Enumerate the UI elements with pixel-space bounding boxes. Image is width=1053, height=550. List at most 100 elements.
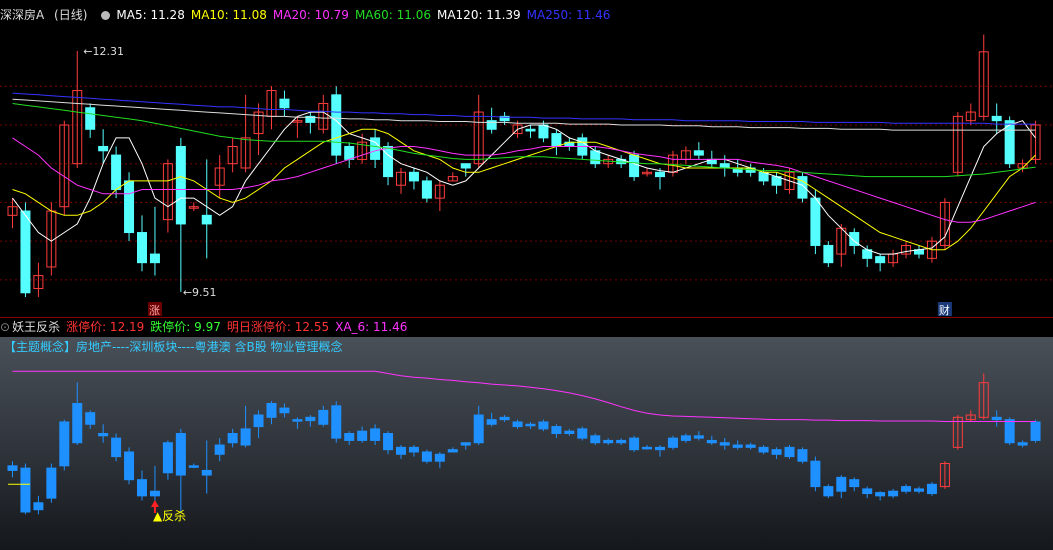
indicator-bar [85, 410, 96, 429]
candle-body-down [111, 154, 122, 191]
ma-line-ma20 [12, 137, 1036, 223]
indicator-body [888, 490, 899, 497]
indicator-body [680, 435, 691, 441]
ma-legend: 深深房A (日线) MA5: 11.28 MA10: 11.08 MA20: 10.7… [0, 6, 616, 24]
indicator-bar [98, 424, 109, 443]
indicator-bar [175, 428, 186, 512]
main-chart-pane[interactable]: ←12.31 ←9.51 涨 财 深深房A (日线) MA5: 11.28 MA10: 1… [0, 0, 1053, 318]
indicator-bar [693, 431, 704, 441]
candle [162, 159, 173, 233]
indicator-bar [357, 426, 368, 443]
indicator-body [655, 446, 665, 451]
cai-marker: 财 [939, 303, 950, 317]
candle-body-down [124, 180, 135, 234]
candle [823, 241, 834, 267]
indicator-bar [616, 438, 627, 446]
indicator-body [460, 442, 471, 446]
indicator-body [823, 486, 834, 497]
signal-arrow-head-icon [150, 500, 159, 507]
candle-body-down [201, 214, 212, 225]
indicator-bar [1017, 440, 1028, 448]
candle-body-down [655, 171, 665, 178]
candle [396, 168, 406, 194]
indicator-bar [111, 433, 122, 462]
indicator-body [875, 492, 886, 497]
candle-body-down [551, 133, 562, 147]
indicator-body [434, 453, 445, 462]
indicator-body [85, 412, 96, 425]
candle-body-down [538, 124, 549, 139]
indicator-body [499, 416, 510, 421]
indicator-pane[interactable]: ▲反杀 [0, 337, 1053, 550]
indicator-body [538, 421, 549, 430]
indicator-bar [525, 421, 536, 429]
indicator-body [383, 433, 394, 451]
indicator-body [836, 476, 847, 492]
indicator-body [408, 446, 419, 453]
indicator-body [564, 430, 575, 435]
indicator-bar [706, 435, 717, 446]
candlestick-chart[interactable]: ←12.31 ←9.51 涨 财 [0, 0, 1053, 318]
indicator-body [525, 423, 536, 427]
settings-circle-icon[interactable] [101, 11, 111, 20]
indicator-bar [667, 435, 678, 450]
candle [901, 241, 912, 259]
indicator-bar [46, 463, 57, 503]
indicator-bar [253, 410, 264, 439]
candle [72, 50, 83, 168]
candle [590, 146, 601, 168]
indicator-body [1017, 442, 1028, 446]
indicator-body [642, 446, 653, 450]
indicator-bar [642, 445, 653, 450]
signal-label: ▲反杀 [153, 508, 186, 523]
indicator-body [616, 439, 627, 444]
indicator-bar [162, 440, 173, 480]
candle [460, 163, 471, 177]
indicator-bar [538, 419, 549, 432]
indicator-body [72, 402, 83, 444]
stock-name: 深深房A [0, 8, 45, 22]
candle-body-down [85, 107, 96, 130]
indicator-bar [447, 447, 458, 453]
indicator-bar [875, 491, 886, 501]
concept-text: 【主题概念】房地产----深圳板块----粤港澳 含B股 物业管理概念 [4, 340, 343, 354]
ma120-label: MA120: 11.39 [436, 8, 521, 22]
indicator-body [266, 402, 277, 418]
candle [939, 198, 950, 250]
indicator-bar [577, 426, 588, 441]
indicator-body [7, 465, 18, 471]
period-label: (日线) [54, 8, 88, 22]
indicator-body [111, 437, 122, 458]
indicator-bar [214, 438, 225, 462]
indicator-legend: ⊙ 妖王反杀 涨停价: 12.19 跌停价: 9.97 明日涨停价: 12.55 XA_6… [0, 318, 1053, 336]
indicator-expand-icon[interactable]: ⊙ [0, 320, 10, 334]
indicator-body [732, 444, 743, 448]
candle-body-down [810, 197, 821, 246]
indicator-bar [719, 438, 730, 450]
indicator-bar [810, 456, 821, 492]
ma-line-ma60 [12, 103, 1036, 178]
indicator-bar [305, 415, 316, 427]
candle [875, 254, 886, 272]
indicator-bar [318, 405, 329, 427]
indicator-body [149, 490, 160, 497]
candle [965, 103, 976, 125]
indicator-bar [370, 424, 381, 446]
indicator-body [693, 435, 704, 439]
candle [188, 202, 199, 212]
candle [991, 103, 1002, 134]
candle [862, 245, 873, 267]
candle [137, 215, 147, 272]
candle-body-down [20, 210, 31, 294]
candle [370, 129, 381, 168]
candle [797, 172, 808, 203]
indicator-body [1004, 419, 1015, 444]
candle [408, 168, 419, 190]
candle-body-down [629, 154, 640, 178]
candle-body-down [279, 98, 290, 109]
indicator-bar [279, 403, 290, 418]
indicator-body [849, 479, 860, 488]
indicator-chart[interactable]: ▲反杀 [0, 337, 1053, 550]
candle-body-down [991, 115, 1002, 122]
indicator-body [318, 409, 329, 425]
